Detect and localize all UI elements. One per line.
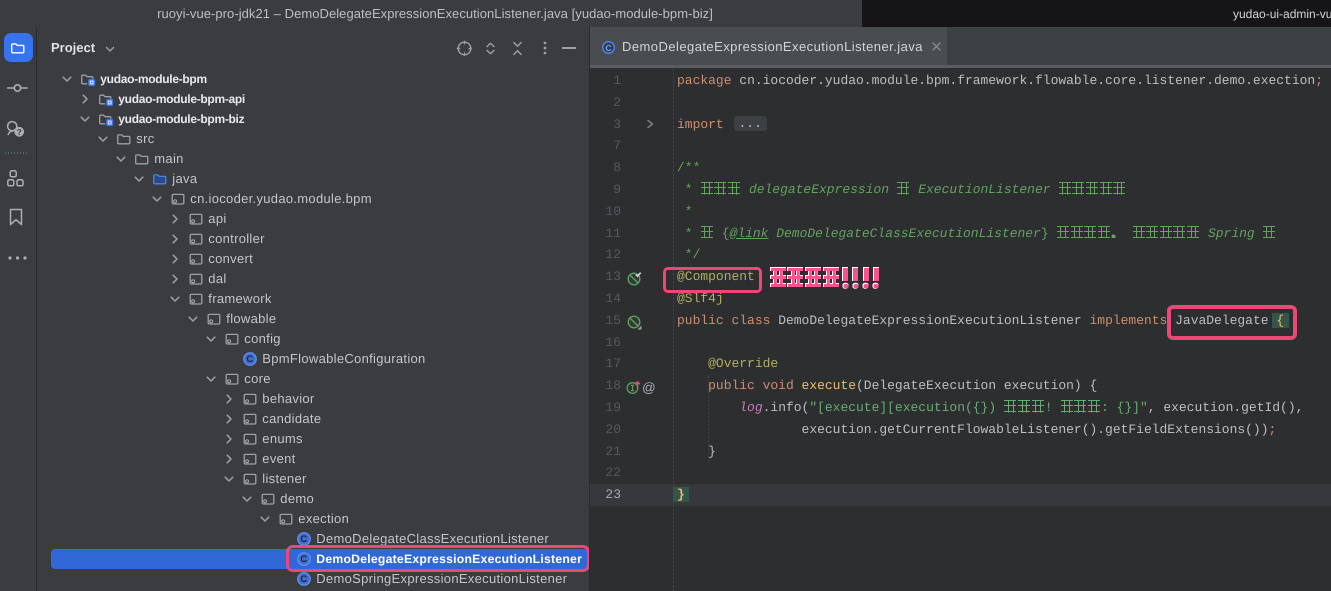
svg-text:C: C xyxy=(301,574,308,585)
svg-text:C: C xyxy=(301,534,308,545)
svg-text:?: ? xyxy=(17,127,22,137)
svg-text:C: C xyxy=(605,42,611,52)
svg-text:C: C xyxy=(247,354,254,365)
